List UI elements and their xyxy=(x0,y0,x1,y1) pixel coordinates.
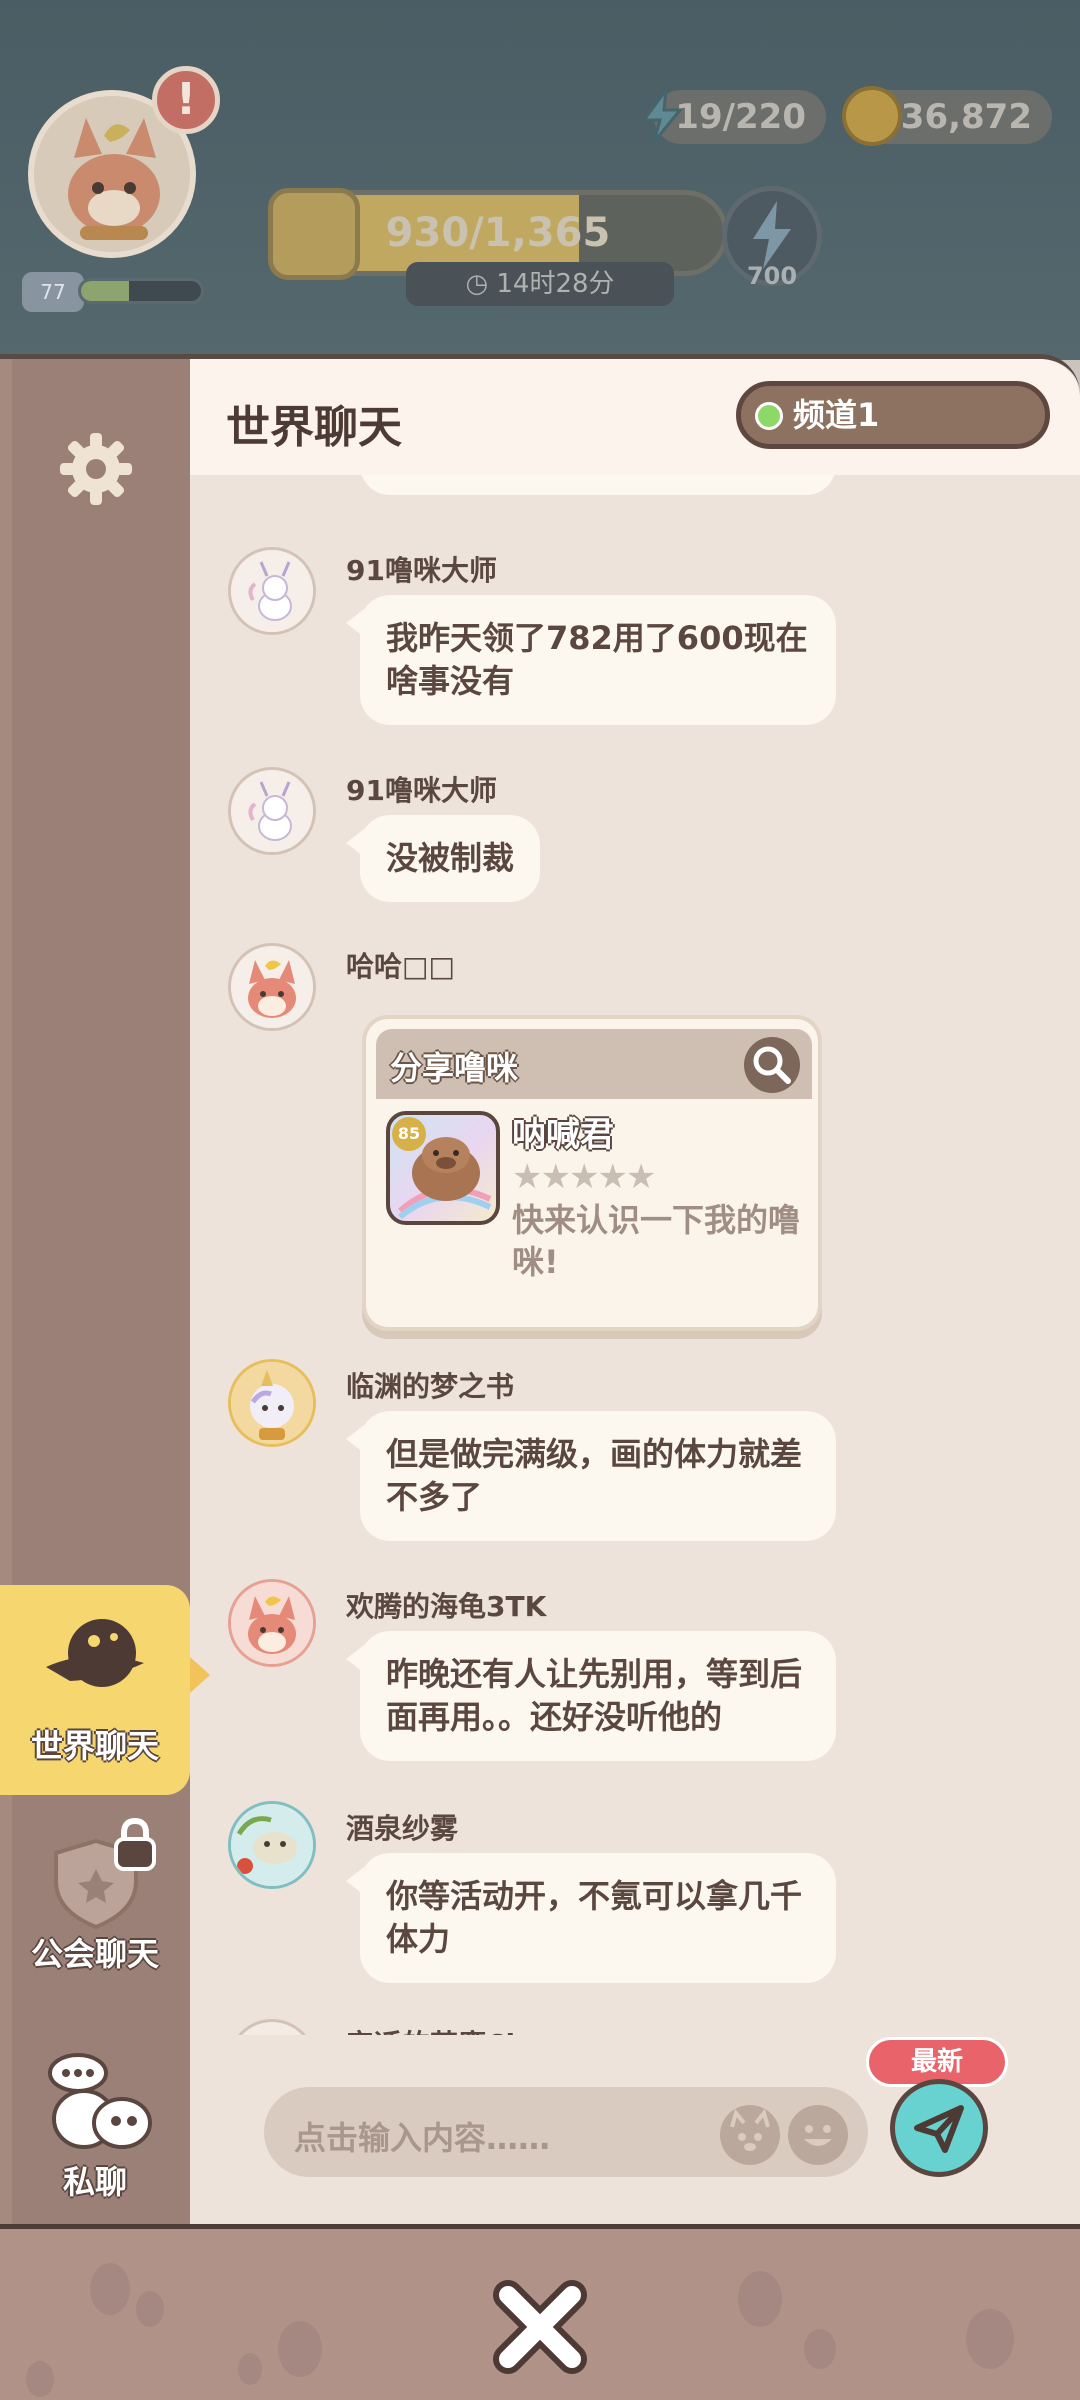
timer-text: 14时28分 xyxy=(496,269,615,299)
message-input[interactable]: 点击输入内容…… xyxy=(264,2087,868,2177)
message-bubble: 你等活动开，不氪可以拿几千体力 xyxy=(346,1853,836,1983)
energy-cost-value: 700 xyxy=(746,262,798,290)
alert-badge[interactable]: ! xyxy=(152,66,220,134)
avatar[interactable] xyxy=(228,1579,316,1667)
message-text: 没被制裁 xyxy=(386,839,515,877)
chat-bubbles-icon xyxy=(48,2053,152,2149)
message-list[interactable]: 91噜咪大师 我昨天领了782用了600现在啥事没有 91噜咪大师 没被制裁 哈… xyxy=(190,475,1080,2035)
online-dot-icon xyxy=(755,402,783,430)
level-progress-fill xyxy=(81,281,129,301)
bottom-bar xyxy=(0,2224,1080,2400)
fox-avatar-icon xyxy=(231,946,313,1028)
tab-world-chat-label: 世界聊天 xyxy=(30,1727,159,1765)
avatar[interactable] xyxy=(228,547,316,635)
chat-title: 世界聊天 xyxy=(226,402,402,453)
chat-sidebar: 世界聊天 公会聊天 私聊 xyxy=(0,359,190,2224)
message-bubble: 没被制裁 xyxy=(345,815,541,902)
tab-guild-chat[interactable]: 公会聊天 xyxy=(0,1817,190,1979)
avatar[interactable] xyxy=(228,2019,316,2035)
smiley-icon[interactable] xyxy=(788,2105,848,2165)
coin-icon xyxy=(842,86,902,146)
channel-selector[interactable]: 频道1 xyxy=(736,381,1050,449)
game-top-bar: ! 77 19/220 836,872 930/1,365 ◷ 14时28分 7… xyxy=(0,0,1080,360)
notebook-icon[interactable] xyxy=(268,188,360,280)
message-bubble: 我昨天领了782用了600现在啥事没有 xyxy=(346,595,836,725)
fox-avatar-icon xyxy=(231,1582,313,1664)
message-sender-name: 安适的苍鹰6lu xyxy=(346,2023,535,2035)
planet-icon xyxy=(46,1619,144,1687)
deer-avatar-icon xyxy=(231,770,313,852)
avatar[interactable] xyxy=(228,943,316,1031)
message-sender-name: 91噜咪大师 xyxy=(346,774,497,807)
tab-guild-chat-label: 公会聊天 xyxy=(30,1935,159,1973)
message-text: 我昨天领了782用了600现在啥事没有 xyxy=(386,619,808,700)
input-placeholder: 点击输入内容…… xyxy=(294,2119,551,2157)
message-sender-name: 91噜咪大师 xyxy=(346,554,497,587)
tab-world-chat[interactable]: 世界聊天 xyxy=(0,1585,190,1795)
message-composer: 点击输入内容…… 最新 xyxy=(190,2035,1080,2224)
avatar[interactable] xyxy=(228,767,316,855)
search-icon[interactable] xyxy=(744,1037,800,1093)
pet-description: 快来认识一下我的噜咪! xyxy=(512,1201,801,1281)
unicorn-avatar-icon xyxy=(231,1362,313,1444)
pet-portrait: 85 xyxy=(386,1111,500,1225)
player-level-badge: 77 xyxy=(22,272,84,312)
avatar[interactable] xyxy=(228,1359,316,1447)
message-bubble: 但是做完满级，画的体力就差不多了 xyxy=(346,1411,836,1541)
pet-name: 呐喊君 xyxy=(512,1115,614,1155)
pet-level-badge: 85 xyxy=(392,1117,426,1151)
tab-private-chat-label: 私聊 xyxy=(62,2163,127,2201)
message-sender-name: 酒泉纱雾 xyxy=(346,1812,459,1845)
level-progress-bar xyxy=(78,278,204,304)
share-card-title: 分享噜咪 xyxy=(390,1049,519,1087)
frog-avatar-icon xyxy=(231,1804,313,1886)
message-text: 你等活动开，不氪可以拿几千体力 xyxy=(386,1877,803,1958)
paper-plane-icon xyxy=(914,2105,964,2153)
channel-label: 频道1 xyxy=(793,396,880,434)
avatar[interactable] xyxy=(228,1801,316,1889)
share-card-header: 分享噜咪 xyxy=(376,1029,812,1099)
message-bubble-cutoff xyxy=(346,475,836,495)
clock-icon: ◷ xyxy=(465,269,497,299)
pet-star-rating: ★★★★★ xyxy=(512,1157,656,1197)
tab-private-chat[interactable]: 私聊 xyxy=(0,2053,190,2213)
share-pet-card[interactable]: 分享噜咪 85 呐喊君 ★★★★★ 快来认识一下我的噜咪! xyxy=(362,1015,822,1331)
message-sender-name: 临渊的梦之书 xyxy=(346,1370,515,1403)
close-icon[interactable] xyxy=(488,2275,592,2379)
gear-icon[interactable] xyxy=(58,431,134,507)
lock-icon xyxy=(114,1817,156,1871)
message-bubble: 昨晚还有人让先别用，等到后面再用。。还好没听他的 xyxy=(346,1631,836,1761)
deer-avatar-icon xyxy=(231,550,313,632)
energy-resource-value: 19/220 xyxy=(675,97,806,137)
chat-panel: 世界聊天 公会聊天 私聊 世界聊天 频道1 91噜咪大师 我昨天领了782用了6… xyxy=(0,354,1080,2224)
message-sender-name: 哈哈□□ xyxy=(346,950,455,983)
message-text: 但是做完满级，画的体力就差不多了 xyxy=(386,1435,803,1516)
message-sender-name: 欢腾的海龟3TK xyxy=(346,1590,547,1623)
timer-pill: ◷ 14时28分 xyxy=(406,262,674,306)
send-button[interactable] xyxy=(890,2079,988,2177)
pet-emoji-icon[interactable] xyxy=(720,2105,780,2165)
chat-header: 世界聊天 频道1 xyxy=(190,359,1080,475)
lightning-icon xyxy=(632,84,692,146)
message-text: 昨晚还有人让先别用，等到后面再用。。还好没听他的 xyxy=(386,1655,803,1736)
